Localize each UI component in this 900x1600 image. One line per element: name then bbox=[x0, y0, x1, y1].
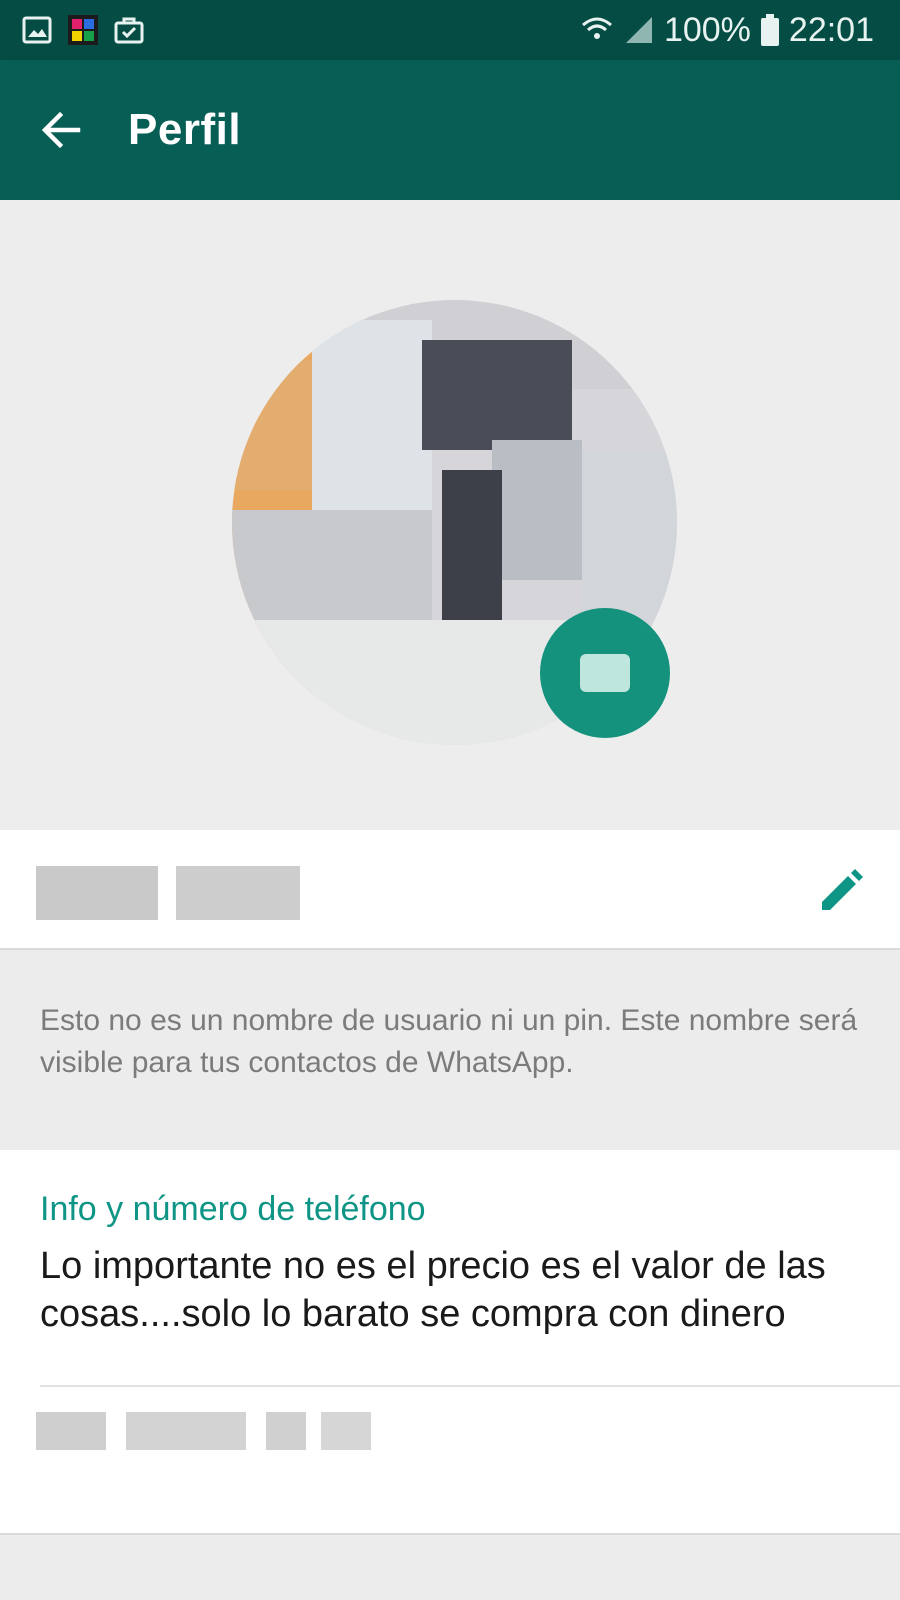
wifi-icon bbox=[581, 17, 612, 39]
battery-icon bbox=[760, 14, 779, 46]
color-app-icon bbox=[68, 15, 98, 45]
arrow-left-icon bbox=[41, 111, 81, 149]
back-button[interactable] bbox=[28, 98, 92, 162]
clock: 22:01 bbox=[788, 10, 874, 49]
info-label: Info y número de teléfono bbox=[40, 1190, 426, 1228]
profile-name-blurred bbox=[36, 866, 306, 920]
image-icon bbox=[22, 16, 52, 44]
profile-photo-section bbox=[0, 200, 900, 830]
name-row[interactable] bbox=[0, 830, 900, 950]
status-bar: 100% 22:01 bbox=[0, 0, 900, 60]
status-bar-left-icons bbox=[0, 15, 144, 45]
name-hint: Esto no es un nombre de usuario ni un pi… bbox=[40, 1004, 858, 1079]
info-section: Info y número de teléfono Lo importante … bbox=[0, 1150, 900, 1535]
divider bbox=[40, 1385, 900, 1387]
pencil-icon[interactable] bbox=[814, 866, 866, 918]
camera-icon bbox=[580, 654, 630, 692]
about-text[interactable]: Lo importante no es el precio es el valo… bbox=[40, 1242, 880, 1338]
app-bar: Perfil bbox=[0, 60, 900, 200]
status-bar-right: 100% 22:01 bbox=[580, 11, 900, 50]
page-title: Perfil bbox=[128, 105, 242, 154]
change-photo-button[interactable] bbox=[540, 608, 670, 738]
briefcase-check-icon bbox=[114, 17, 144, 44]
phone-number-blurred bbox=[36, 1412, 376, 1450]
signal-icon bbox=[625, 17, 652, 43]
battery-percent: 100% bbox=[663, 10, 751, 49]
